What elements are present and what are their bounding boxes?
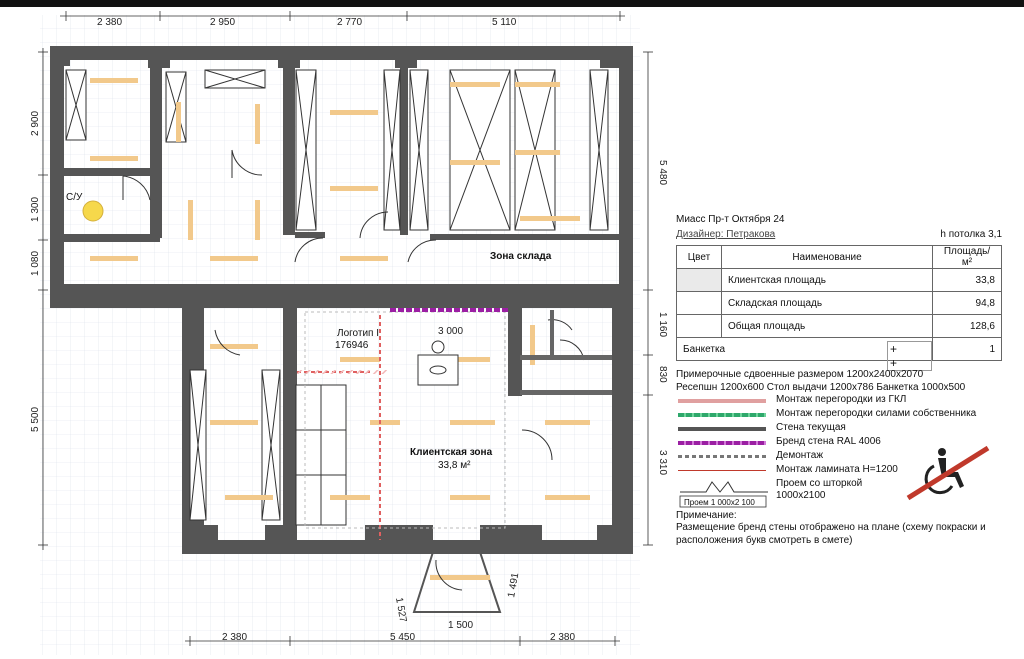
table-row: Клиентская площадь 33,8 — [676, 268, 1002, 292]
color-swatch — [676, 291, 722, 315]
legend-line — [678, 399, 766, 403]
table-row-bench: Банкетка + + 1 — [676, 337, 1002, 371]
dim-right-1: 5 480 — [657, 160, 668, 185]
table-header-row: Цвет Наименование Площадь/м² — [676, 245, 1002, 269]
room-label-warehouse: Зона склада — [490, 251, 552, 262]
table-row: Складская площадь 94,8 — [676, 291, 1002, 315]
laminate-hatch — [297, 370, 387, 374]
dim-top-2: 2 950 — [210, 17, 235, 28]
dim-entrance-front: 1 500 — [448, 620, 473, 631]
row-name: Общая площадь — [721, 314, 933, 338]
notes: Примерочные сдвоенные размером 1200х2400… — [676, 368, 965, 394]
dim-top-3: 2 770 — [337, 17, 362, 28]
color-swatch — [676, 268, 722, 292]
legend-text: Демонтаж — [776, 450, 824, 461]
ceiling-height: h потолка 3,1 — [940, 229, 1002, 240]
note-fitting-rooms: Примерочные сдвоенные размером 1200х2400… — [676, 369, 924, 380]
dim-right-3: 830 — [657, 366, 668, 383]
legend-text: Монтаж ламината H=1200 — [776, 464, 898, 475]
dim-top-1: 2 380 — [97, 17, 122, 28]
dim-right-4: 3 310 — [657, 450, 668, 475]
row-value: 33,8 — [932, 268, 1002, 292]
legend-text: Стена текущая — [776, 422, 846, 433]
dim-bottom-2: 5 450 — [390, 632, 415, 643]
no-wheelchair-icon — [906, 445, 990, 501]
legend-line — [678, 455, 766, 458]
row-value: 128,6 — [932, 314, 1002, 338]
bench-value: 1 — [932, 337, 1002, 361]
note-furniture: Ресепшн 1200х600 Стол выдачи 1200х786 Ба… — [676, 382, 966, 393]
header-name: Наименование — [721, 245, 933, 269]
bench-symbol: + + — [887, 341, 932, 371]
legend-line — [678, 470, 766, 471]
room-label-wc: С/У — [66, 192, 83, 203]
legend-line — [678, 413, 766, 417]
dim-left-4: 5 500 — [30, 407, 41, 432]
dim-left-1: 2 900 — [30, 111, 41, 136]
header-area: Площадь/м² — [932, 245, 1002, 269]
remark-text: Размещение бренд стены отображено на пла… — [676, 522, 986, 546]
legend-line — [678, 427, 766, 431]
area-table: Цвет Наименование Площадь/м² Клиентская … — [676, 245, 1002, 371]
legend-text: Бренд стена RAL 4006 — [776, 436, 881, 447]
room-label-client-zone: Клиентская зона — [410, 447, 493, 458]
row-name: Складская площадь — [721, 291, 933, 315]
header-color: Цвет — [676, 245, 722, 269]
logo-number: 176946 — [335, 340, 369, 351]
opening-label: Проем 1 000х2 100 — [684, 498, 755, 507]
bench-cell: Банкетка + + — [676, 337, 933, 371]
row-value: 94,8 — [932, 291, 1002, 315]
dim-top-4: 5 110 — [492, 17, 517, 28]
legend-item: Монтаж перегородки из ГКЛ — [676, 394, 1002, 406]
legend-text: Монтаж перегородки из ГКЛ — [776, 394, 907, 405]
row-name: Клиентская площадь — [721, 268, 933, 292]
dim-inner-width: 3 000 — [438, 326, 463, 337]
legend-item: Монтаж перегородки силами собственника — [676, 408, 1002, 420]
legend-text: Проем со шторкой 1000х2100 — [776, 478, 863, 501]
remark-title: Примечание: — [676, 510, 737, 521]
address: Миасс Пр-т Октября 24 — [676, 214, 785, 225]
table-row: Общая площадь 128,6 — [676, 314, 1002, 338]
dim-left-3: 1 080 — [30, 251, 41, 276]
legend-text: Монтаж перегородки силами собственника — [776, 408, 977, 419]
designer: Дизайнер: Петракова — [676, 229, 776, 240]
logo-label: Логотип I — [337, 328, 379, 339]
legend-item: Стена текущая — [676, 422, 1002, 434]
dim-right-2: 1 160 — [657, 312, 668, 337]
bench-name: Банкетка — [683, 343, 726, 355]
dim-bottom-3: 2 380 — [550, 632, 575, 643]
wc-fixture-icon — [82, 200, 104, 222]
dim-left-2: 1 300 — [30, 197, 41, 222]
color-swatch — [676, 314, 722, 338]
opening-symbol-icon: Проем 1 000х2 100 — [679, 481, 768, 508]
legend-line — [678, 441, 766, 445]
dim-bottom-1: 2 380 — [222, 632, 247, 643]
client-zone-area: 33,8 м² — [438, 460, 471, 471]
